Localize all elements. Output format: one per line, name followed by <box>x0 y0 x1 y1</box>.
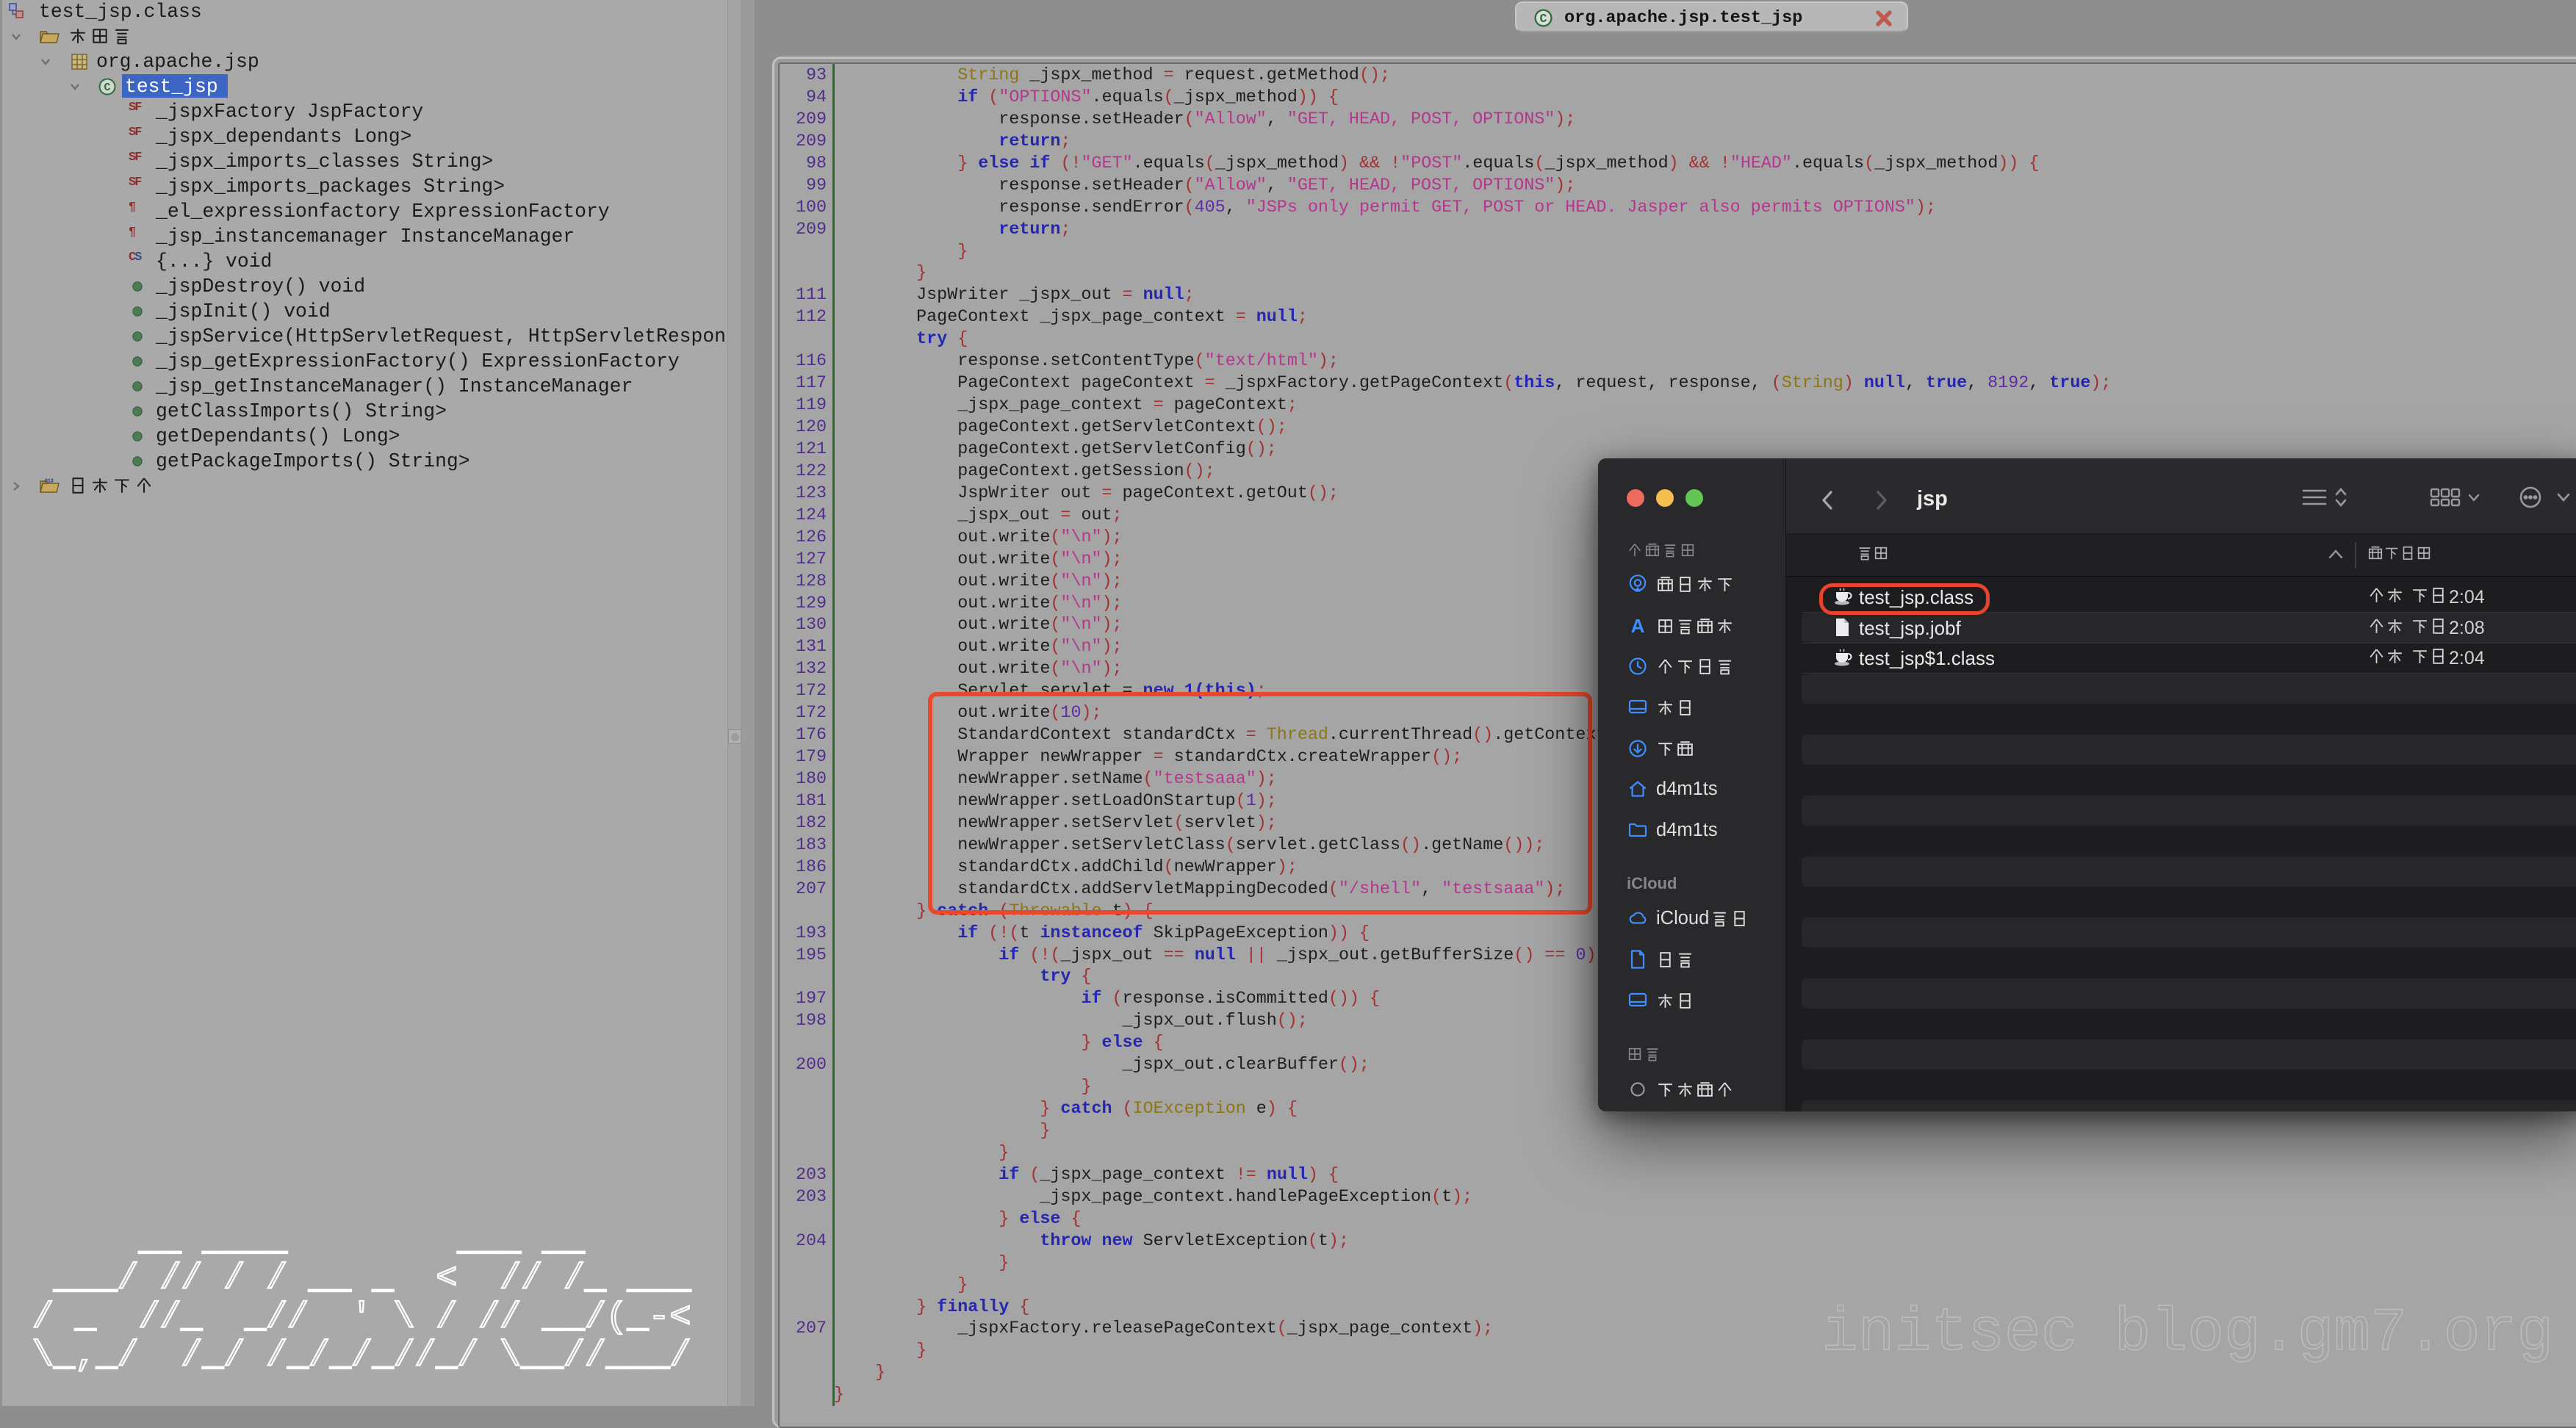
svg-text:C: C <box>1540 12 1547 26</box>
svg-text:A: A <box>1631 615 1645 637</box>
svg-text:010: 010 <box>45 479 54 484</box>
svg-text:C: C <box>104 82 110 94</box>
